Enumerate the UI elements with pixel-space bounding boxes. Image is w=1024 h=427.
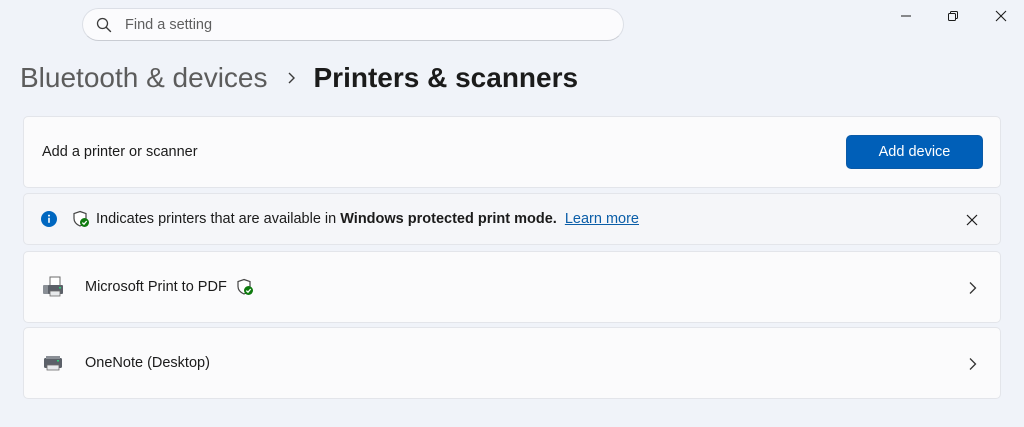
device-name: OneNote (Desktop) xyxy=(85,355,210,371)
restore-button[interactable] xyxy=(930,0,976,32)
add-printer-label: Add a printer or scanner xyxy=(42,144,198,160)
info-icon xyxy=(41,211,57,227)
add-device-button[interactable]: Add device xyxy=(846,135,983,169)
printer-icon xyxy=(44,356,62,371)
minimize-icon xyxy=(901,15,911,17)
settings-window: Bluetooth & devices Printers & scanners … xyxy=(0,0,1024,427)
protected-print-shield-icon xyxy=(73,210,89,227)
protected-print-shield-icon xyxy=(237,278,253,295)
chevron-right-icon xyxy=(969,282,977,294)
device-row-onenote-desktop[interactable]: OneNote (Desktop) xyxy=(23,327,1001,399)
info-bar: Indicates printers that are available in… xyxy=(23,193,1001,245)
add-printer-card: Add a printer or scanner Add device xyxy=(23,116,1001,188)
search-input[interactable] xyxy=(125,16,585,33)
search-box[interactable] xyxy=(82,8,624,41)
minimize-button[interactable] xyxy=(883,0,929,32)
close-icon xyxy=(995,10,1007,22)
chevron-right-icon xyxy=(288,72,295,84)
close-button[interactable] xyxy=(978,0,1024,32)
restore-icon xyxy=(948,11,958,21)
close-icon xyxy=(966,214,978,226)
printer-fax-icon xyxy=(43,276,63,297)
info-message: Indicates printers that are available in… xyxy=(96,211,639,227)
info-text-before: Indicates printers that are available in xyxy=(96,211,337,227)
breadcrumb-parent-link[interactable]: Bluetooth & devices xyxy=(20,62,268,94)
device-name: Microsoft Print to PDF xyxy=(85,279,227,295)
dismiss-info-button[interactable] xyxy=(962,210,982,230)
breadcrumb-separator xyxy=(286,71,298,85)
chevron-right-icon xyxy=(969,358,977,370)
search-icon xyxy=(96,17,112,32)
learn-more-link[interactable]: Learn more xyxy=(565,211,639,227)
breadcrumb: Bluetooth & devices Printers & scanners xyxy=(20,58,578,98)
page-title: Printers & scanners xyxy=(313,62,579,93)
info-text-bold: Windows protected print mode. xyxy=(340,211,557,227)
device-row-microsoft-print-to-pdf[interactable]: Microsoft Print to PDF xyxy=(23,251,1001,323)
